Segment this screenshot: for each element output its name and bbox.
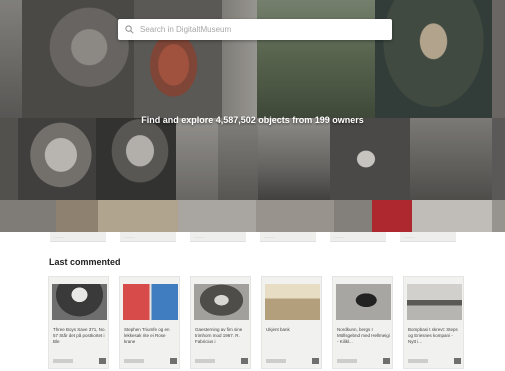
object-thumbnail[interactable] xyxy=(194,284,249,320)
object-card[interactable]: Gaesterning av fim sine trimhorn mod 196… xyxy=(190,276,251,369)
hero-photo[interactable] xyxy=(0,0,22,118)
hero-photo[interactable] xyxy=(56,200,98,232)
hero-photo[interactable] xyxy=(492,118,505,200)
card-footer xyxy=(124,358,177,364)
comment-icon xyxy=(454,358,461,364)
card-meta xyxy=(266,359,286,363)
hero-photo[interactable] xyxy=(334,200,372,232)
object-thumbnail[interactable] xyxy=(123,284,178,320)
hero-photo[interactable] xyxy=(178,200,256,232)
strip-card[interactable]: ········ xyxy=(120,232,176,242)
comment-icon xyxy=(241,358,248,364)
card-meta xyxy=(53,359,73,363)
comment-icon xyxy=(170,358,177,364)
comment-icon xyxy=(383,358,390,364)
hero-photo[interactable] xyxy=(257,0,375,118)
hero-photo[interactable] xyxy=(222,0,257,118)
last-commented-list: Three Boys Save 371, No. 57 Står det på … xyxy=(48,276,464,369)
object-caption: Gaesterning av fim sine trimhorn mod 196… xyxy=(195,327,243,344)
object-card[interactable]: Three Boys Save 371, No. 57 Står det på … xyxy=(48,276,109,369)
object-caption: Ukjent bank xyxy=(266,327,290,332)
strip-card[interactable]: ········ xyxy=(190,232,246,242)
strip-card[interactable]: ········ xyxy=(400,232,456,242)
comment-icon xyxy=(312,358,319,364)
card-footer xyxy=(266,358,319,364)
hero-photo[interactable] xyxy=(412,200,492,232)
object-thumbnail[interactable] xyxy=(407,284,462,320)
search-icon xyxy=(125,25,134,34)
object-caption: Bompbasi t skrevt: Steps og Eriesnes kom… xyxy=(408,327,458,344)
object-thumbnail[interactable] xyxy=(52,284,107,320)
strip-card[interactable]: ········ xyxy=(330,232,386,242)
hero-mosaic: Find and explore 4,587,502 objects from … xyxy=(0,0,505,232)
search-bar[interactable] xyxy=(118,19,392,40)
search-input[interactable] xyxy=(140,25,392,34)
card-meta xyxy=(124,359,144,363)
hero-photo[interactable] xyxy=(218,118,258,200)
object-card[interactable]: Bompbasi t skrevt: Steps og Eriesnes kom… xyxy=(403,276,464,369)
object-card[interactable]: Nordkunn, bergs I Möllsgebnd med Hellmei… xyxy=(332,276,393,369)
section-title: Last commented xyxy=(49,257,121,267)
hero-photo[interactable] xyxy=(375,0,492,118)
card-meta xyxy=(195,359,215,363)
object-card[interactable]: Stephen Triumfe og en lekkesak rite ei R… xyxy=(119,276,180,369)
collection-stats: Find and explore 4,587,502 objects from … xyxy=(141,115,364,125)
card-meta xyxy=(337,359,357,363)
object-thumbnail[interactable] xyxy=(336,284,391,320)
hero-photo[interactable] xyxy=(0,118,18,200)
hero-photo[interactable] xyxy=(492,0,505,118)
hero-photo[interactable] xyxy=(372,200,412,232)
strip-card[interactable]: ········ xyxy=(50,232,106,242)
hero-photo[interactable] xyxy=(176,118,218,200)
strip-card[interactable]: ········ xyxy=(260,232,316,242)
hero-photo[interactable] xyxy=(258,118,330,200)
object-caption: Three Boys Save 371, No. 57 Står det på … xyxy=(53,327,106,344)
hero-photo[interactable] xyxy=(410,118,492,200)
card-footer xyxy=(53,358,106,364)
comment-icon xyxy=(99,358,106,364)
result-strip: ········ ········ ········ ········ ····… xyxy=(0,232,505,244)
hero-photo[interactable] xyxy=(134,0,222,118)
hero-photo[interactable] xyxy=(96,118,176,200)
object-card[interactable]: Ukjent bank xyxy=(261,276,322,369)
hero-photo[interactable] xyxy=(492,200,505,232)
object-thumbnail[interactable] xyxy=(265,284,320,320)
card-footer xyxy=(337,358,390,364)
card-meta xyxy=(408,359,428,363)
hero-photo[interactable] xyxy=(256,200,334,232)
object-caption: Stephen Triumfe og en lekkesak rite ei R… xyxy=(124,327,170,344)
hero-photo[interactable] xyxy=(330,118,410,200)
card-footer xyxy=(408,358,461,364)
object-caption: Nordkunn, bergs I Möllsgebnd med Hellmei… xyxy=(337,327,390,344)
card-footer xyxy=(195,358,248,364)
hero-photo[interactable] xyxy=(98,200,178,232)
hero-photo[interactable] xyxy=(18,118,96,200)
hero-photo[interactable] xyxy=(22,0,134,118)
hero-photo[interactable] xyxy=(0,200,56,232)
